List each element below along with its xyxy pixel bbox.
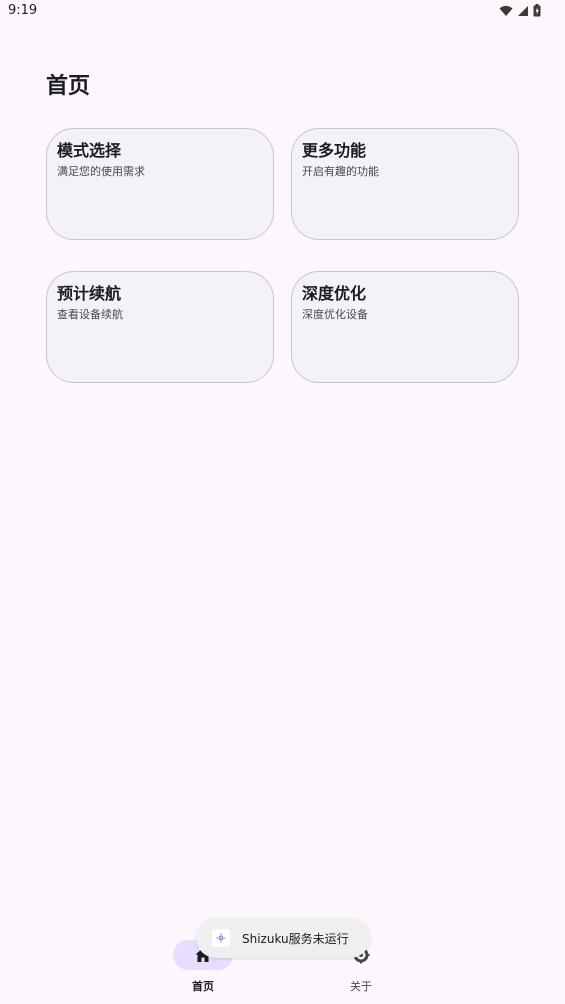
card-battery-estimate[interactable]: 预计续航 查看设备续航: [46, 271, 274, 383]
card-subtitle: 查看设备续航: [57, 308, 123, 321]
wifi-icon: [499, 5, 513, 16]
status-time: 9:19: [8, 3, 38, 18]
nav-label-home: 首页: [192, 980, 214, 993]
status-icons: [499, 4, 541, 17]
page-title: 首页: [46, 74, 91, 99]
battery-charging-icon: [533, 4, 541, 17]
card-subtitle: 深度优化设备: [302, 308, 368, 321]
card-title: 模式选择: [57, 141, 122, 160]
card-title: 深度优化: [302, 284, 367, 303]
nav-label-about: 关于: [350, 980, 372, 993]
card-title: 预计续航: [57, 284, 122, 303]
card-mode-select[interactable]: 模式选择 满足您的使用需求: [46, 128, 274, 240]
card-deep-optimize[interactable]: 深度优化 深度优化设备: [291, 271, 519, 383]
card-subtitle: 开启有趣的功能: [302, 165, 379, 178]
card-subtitle: 满足您的使用需求: [57, 165, 145, 178]
cellular-signal-icon: [518, 5, 528, 16]
shizuku-toast: Shizuku服务未运行: [196, 918, 370, 958]
toast-message: Shizuku服务未运行: [242, 931, 349, 946]
card-more-features[interactable]: 更多功能 开启有趣的功能: [291, 128, 519, 240]
status-bar: 9:19: [0, 0, 565, 24]
shizuku-icon: [212, 929, 230, 947]
card-title: 更多功能: [302, 141, 367, 160]
